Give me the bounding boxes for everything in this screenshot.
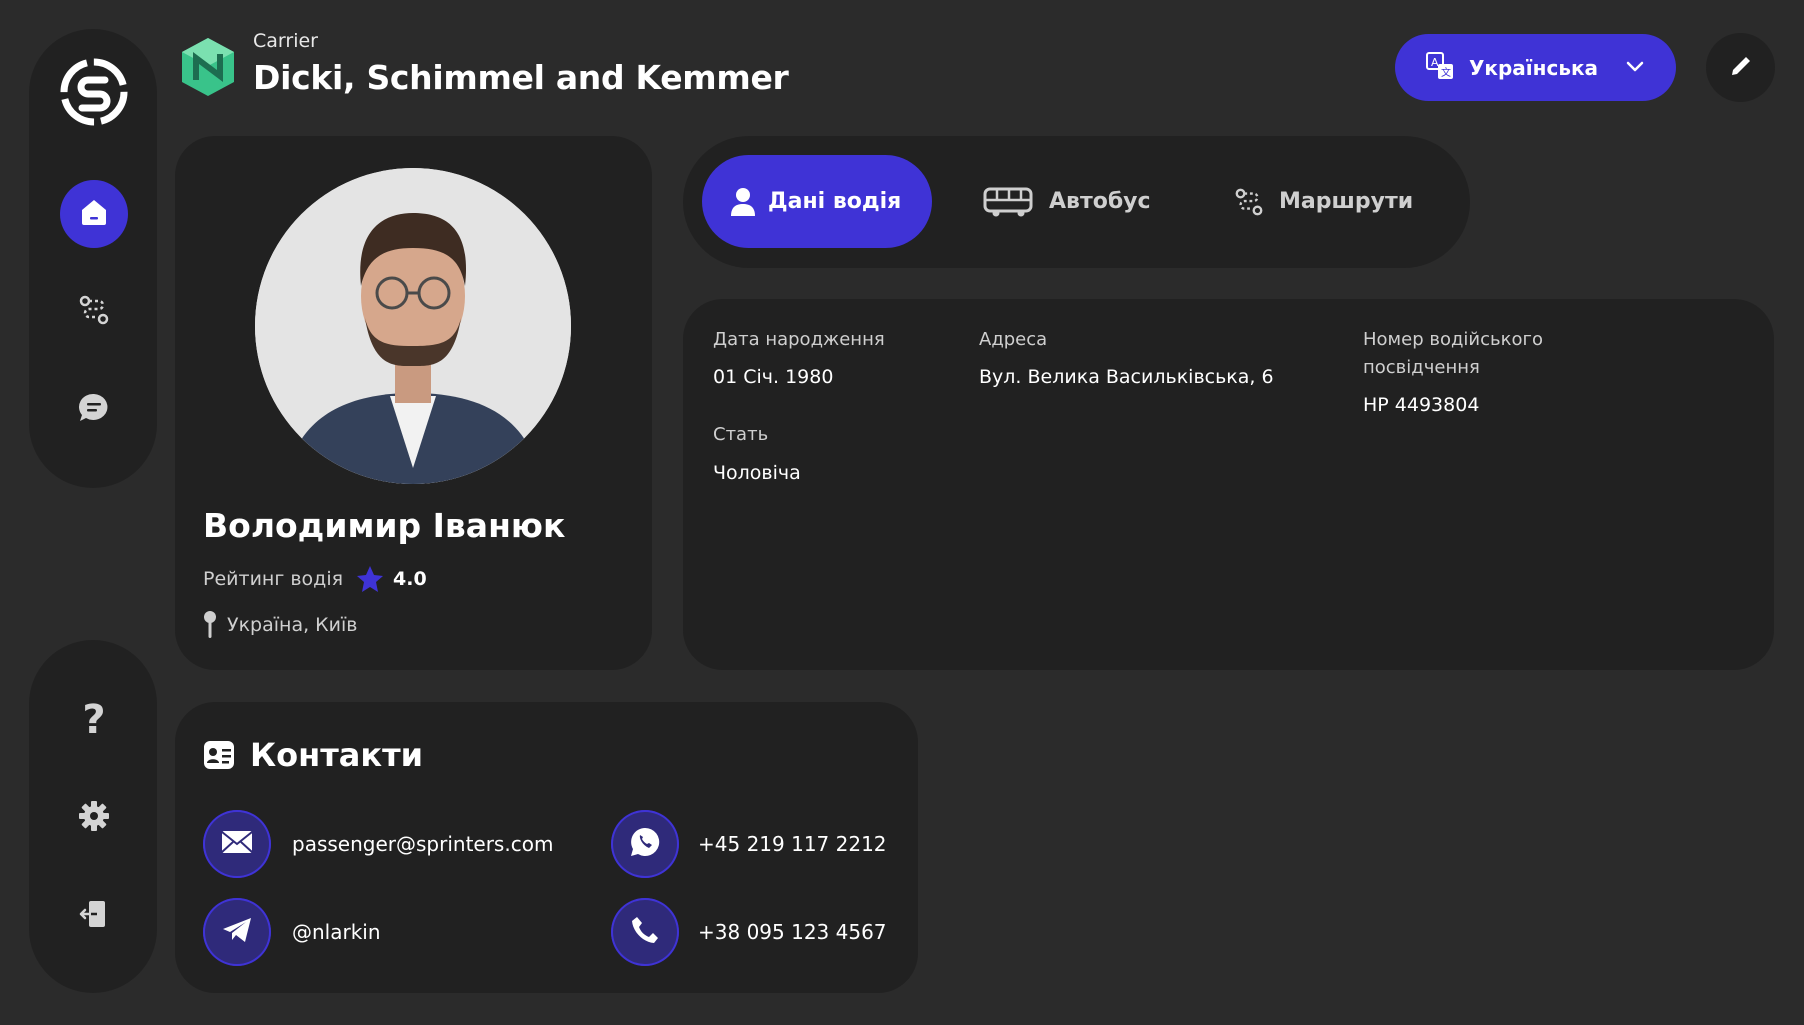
nav-home-button[interactable] [60, 180, 128, 248]
carrier-logo-icon [180, 36, 236, 98]
logout-button[interactable] [60, 882, 128, 950]
phone-icon [630, 915, 660, 949]
envelope-icon [221, 830, 253, 858]
rating-row: Рейтинг водія 4.0 [203, 564, 427, 594]
gender-value: Чоловіча [713, 462, 801, 484]
pin-icon [203, 610, 217, 640]
driver-avatar [255, 168, 571, 484]
settings-button[interactable] [60, 784, 128, 852]
birth-date-value: 01 Січ. 1980 [713, 366, 834, 388]
tab-bus-label: Автобус [1049, 189, 1151, 214]
nav-chat-button[interactable] [60, 376, 128, 444]
location-row: Україна, Київ [203, 610, 358, 640]
phone-button[interactable] [611, 898, 679, 966]
pencil-icon [1728, 53, 1754, 83]
help-icon: ? [82, 697, 106, 743]
logout-icon [77, 897, 111, 935]
driver-name: Володимир Іванюк [203, 506, 566, 545]
birth-date-label: Дата народження [713, 329, 885, 350]
contacts-card: Контакти passenger@sprinters.com +45 219… [175, 702, 918, 993]
contact-card-icon [203, 740, 235, 774]
carrier-label: Carrier [253, 30, 318, 52]
tab-routes[interactable]: Маршрути [1233, 155, 1453, 248]
tab-driver-data-label: Дані водія [768, 189, 902, 214]
route-icon [77, 293, 111, 331]
email-button[interactable] [203, 810, 271, 878]
whatsapp-button[interactable] [611, 810, 679, 878]
app-logo-icon[interactable] [58, 56, 130, 128]
profile-card: Володимир Іванюк Рейтинг водія 4.0 Украї… [175, 136, 652, 670]
language-select[interactable]: A文 Українська [1395, 34, 1676, 101]
tab-driver-data[interactable]: Дані водія [702, 155, 932, 248]
driver-details-panel: Дата народження 01 Січ. 1980 Адреса Вул.… [683, 299, 1774, 670]
edit-button[interactable] [1706, 33, 1775, 102]
chat-icon [77, 391, 111, 429]
whatsapp-text[interactable]: +45 219 117 2212 [698, 832, 887, 856]
telegram-text[interactable]: @nlarkin [292, 920, 381, 944]
phone-text[interactable]: +38 095 123 4567 [698, 920, 887, 944]
company-name: Dicki, Schimmel and Kemmer [253, 58, 789, 97]
svg-text:A: A [1431, 56, 1439, 69]
translate-icon: A文 [1425, 51, 1455, 85]
route-icon [1233, 186, 1265, 218]
bus-icon [983, 186, 1035, 218]
nav-routes-button[interactable] [60, 278, 128, 346]
email-text[interactable]: passenger@sprinters.com [292, 832, 553, 856]
rating-value: 4.0 [393, 568, 427, 590]
user-icon [730, 187, 756, 217]
svg-text:文: 文 [1441, 66, 1451, 79]
telegram-button[interactable] [203, 898, 271, 966]
rating-label: Рейтинг водія [203, 568, 344, 590]
help-button[interactable]: ? [60, 686, 128, 754]
star-icon [355, 564, 385, 594]
address-label: Адреса [979, 329, 1048, 350]
gender-label: Стать [713, 424, 769, 445]
tab-routes-label: Маршрути [1279, 189, 1414, 214]
address-value: Вул. Велика Васильківська, 6 [979, 366, 1274, 388]
telegram-icon [221, 916, 253, 948]
language-label: Українська [1469, 55, 1599, 80]
gear-icon [77, 799, 111, 837]
license-label: Номер водійського посвідчення [1363, 329, 1543, 378]
whatsapp-icon [629, 826, 661, 862]
home-icon [78, 196, 110, 232]
location-text: Україна, Київ [227, 614, 358, 636]
chevron-down-icon [1626, 58, 1644, 77]
tab-bar: Дані водія Автобус Маршрути [683, 136, 1470, 268]
contacts-title: Контакти [250, 736, 424, 774]
license-value: НР 4493804 [1363, 394, 1480, 416]
tab-bus[interactable]: Автобус [983, 155, 1183, 248]
